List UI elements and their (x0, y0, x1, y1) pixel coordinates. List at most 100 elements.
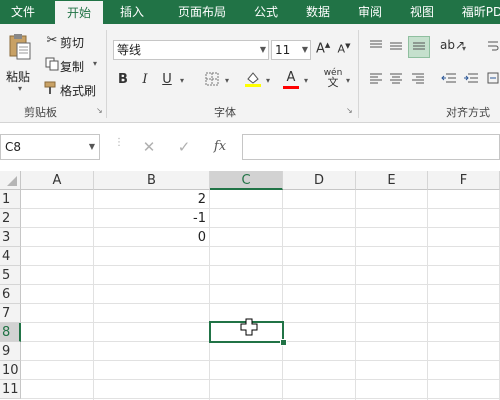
column-header-e[interactable]: E (356, 171, 428, 190)
grow-font-label: A (316, 41, 325, 57)
formula-input[interactable] (242, 134, 500, 160)
name-box-dropdown-icon: ▼ (88, 142, 95, 151)
gridline (209, 190, 210, 400)
tab-review[interactable]: 审阅 (350, 0, 390, 24)
wrap-text-icon[interactable] (486, 40, 500, 56)
format-painter-button[interactable]: 格式刷 (60, 82, 96, 99)
phonetic-dropdown-icon[interactable]: ▾ (346, 76, 350, 85)
cursor-plus-icon (240, 318, 258, 336)
row-header-8[interactable]: 8 (0, 323, 21, 342)
font-name-value: 等线 (117, 43, 142, 57)
column-header-a[interactable]: A (21, 171, 94, 190)
row-header-11[interactable]: 11 (0, 380, 21, 399)
column-header-d[interactable]: D (283, 171, 356, 190)
group-divider (358, 30, 359, 118)
row-header-10[interactable]: 10 (0, 361, 21, 380)
align-bottom-icon[interactable] (408, 36, 430, 58)
group-divider (106, 30, 107, 118)
ribbon-tab-bar: 文件 开始 插入 页面布局 公式 数据 审阅 视图 福昕PD (0, 0, 500, 24)
worksheet-grid[interactable]: A B C D E F 1 2 3 4 5 6 7 8 9 10 11 2 -1… (0, 171, 500, 400)
font-name-dropdown-icon: ▼ (259, 45, 266, 54)
copy-icon[interactable] (44, 57, 60, 75)
fill-color-icon[interactable] (244, 70, 262, 92)
column-header-c[interactable]: C (210, 171, 283, 190)
row-header-4[interactable]: 4 (0, 247, 21, 266)
clipboard-group-label: 剪贴板 (24, 106, 57, 119)
underline-dropdown-icon[interactable]: ▾ (180, 76, 184, 85)
row-header-9[interactable]: 9 (0, 342, 21, 361)
copy-dropdown-icon[interactable]: ▾ (93, 59, 97, 68)
font-launcher-icon[interactable]: ↘ (346, 106, 353, 115)
name-box[interactable]: C8 ▼ (0, 134, 100, 160)
column-header-b[interactable]: B (94, 171, 210, 190)
orientation-dropdown-icon[interactable]: ▾ (462, 44, 466, 53)
align-middle-icon[interactable] (388, 40, 404, 56)
cancel-icon[interactable]: ✕ (137, 134, 161, 160)
bold-button[interactable]: B (116, 72, 130, 87)
formula-bar-grip-icon: ⋮ (114, 137, 124, 148)
tab-home[interactable]: 开始 (55, 1, 103, 24)
row-header-6[interactable]: 6 (0, 285, 21, 304)
tab-foxit-pdf[interactable]: 福昕PD (456, 0, 500, 24)
formula-input-value (243, 140, 247, 154)
insert-function-button[interactable]: fx (208, 134, 232, 160)
row-header-1[interactable]: 1 (0, 190, 21, 209)
ribbon: 粘贴 ▾ ✂ 剪切 复制 ▾ 格式刷 剪贴板 ↘ 等线 ▼ 11 ▼ A▲ A▼… (0, 24, 500, 123)
alignment-group-label: 对齐方式 (446, 106, 490, 119)
enter-icon[interactable]: ✓ (172, 134, 196, 160)
select-all-button[interactable] (0, 171, 21, 190)
align-left-icon[interactable] (368, 72, 384, 88)
tab-formulas[interactable]: 公式 (244, 0, 288, 24)
borders-icon[interactable] (204, 72, 220, 90)
cell-b1[interactable]: 2 (96, 190, 206, 209)
font-color-dropdown-icon[interactable]: ▾ (304, 76, 308, 85)
row-header-2[interactable]: 2 (0, 209, 21, 228)
gridline (427, 190, 428, 400)
borders-dropdown-icon[interactable]: ▾ (225, 76, 229, 85)
name-box-value: C8 (5, 140, 22, 154)
font-size-dropdown-icon: ▼ (301, 45, 308, 54)
align-top-icon[interactable] (368, 40, 384, 56)
tab-insert[interactable]: 插入 (110, 0, 154, 24)
gridline (355, 190, 356, 400)
paste-button[interactable]: 粘贴 (6, 68, 30, 85)
cell-b2[interactable]: -1 (96, 209, 206, 228)
phonetic-guide-button[interactable]: wén 文 (322, 68, 344, 88)
fill-color-dropdown-icon[interactable]: ▾ (266, 76, 270, 85)
decrease-indent-icon[interactable] (440, 72, 458, 88)
align-right-icon[interactable] (410, 72, 426, 88)
italic-button[interactable]: I (138, 72, 152, 87)
row-header-7[interactable]: 7 (0, 304, 21, 323)
paste-icon[interactable] (6, 32, 34, 62)
clipboard-launcher-icon[interactable]: ↘ (96, 106, 103, 115)
paste-dropdown-icon[interactable]: ▾ (18, 84, 22, 93)
font-name-select[interactable]: 等线 ▼ (113, 40, 269, 60)
tab-file[interactable]: 文件 (0, 0, 46, 24)
shrink-font-button[interactable]: A▼ (337, 42, 351, 56)
font-color-icon[interactable]: A (282, 70, 300, 89)
formula-bar: C8 ▼ ⋮ ✕ ✓ fx (0, 130, 500, 164)
format-painter-icon[interactable] (44, 81, 60, 99)
gridline (93, 190, 94, 400)
underline-button[interactable]: U (160, 72, 174, 87)
scissors-icon[interactable]: ✂ (44, 33, 60, 48)
tab-page-layout[interactable]: 页面布局 (166, 0, 238, 24)
font-group-label: 字体 (214, 106, 236, 119)
gridline (282, 190, 283, 400)
cell-b3[interactable]: 0 (96, 228, 206, 247)
tab-data[interactable]: 数据 (296, 0, 340, 24)
merge-center-icon[interactable] (486, 72, 500, 88)
align-center-icon[interactable] (388, 72, 404, 88)
orientation-icon[interactable]: ab↗ (440, 38, 465, 52)
row-header-3[interactable]: 3 (0, 228, 21, 247)
column-header-f[interactable]: F (428, 171, 500, 190)
increase-indent-icon[interactable] (462, 72, 480, 88)
cut-button[interactable]: 剪切 (60, 34, 84, 51)
copy-button[interactable]: 复制 (60, 58, 84, 75)
row-header-5[interactable]: 5 (0, 266, 21, 285)
font-color-glyph: A (286, 70, 296, 85)
tab-view[interactable]: 视图 (400, 0, 444, 24)
fill-handle[interactable] (280, 339, 287, 346)
grow-font-button[interactable]: A▲ (316, 41, 330, 56)
font-size-select[interactable]: 11 ▼ (271, 40, 311, 60)
